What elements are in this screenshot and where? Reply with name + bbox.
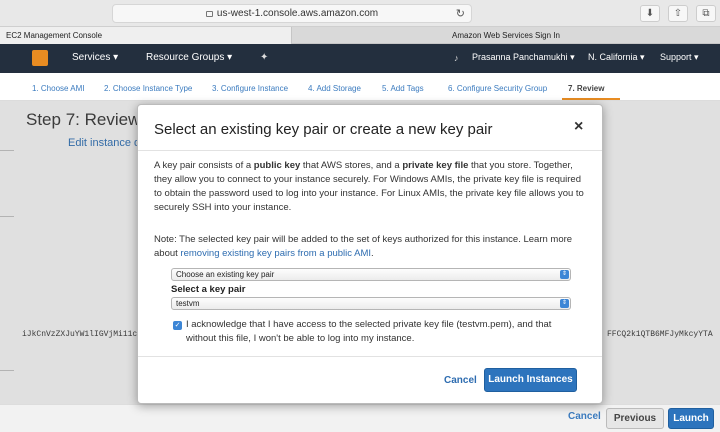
desc-text: that AWS stores, and a [300,160,403,171]
lock-icon [205,11,213,17]
region-menu[interactable]: N. California ▾ [588,52,645,63]
remove-key-pairs-link[interactable]: removing existing key pairs from a publi… [180,248,371,259]
step-choose-ami[interactable]: 1. Choose AMI [32,84,84,93]
previous-button[interactable]: Previous [606,408,664,429]
browser-tab-bar: EC2 Management Console Amazon Web Servic… [0,27,720,44]
dialog-title: Select an existing key pair or create a … [154,121,493,138]
chevron-down-icon: ▾ [113,52,119,63]
footer-cancel-link[interactable]: Cancel [568,411,601,422]
url-text: us-west-1.console.aws.amazon.com [216,8,379,19]
chevron-down-icon: ▾ [227,52,233,63]
support-label: Support [660,52,692,62]
share-icon[interactable]: ⇧ [668,5,688,22]
region-name: N. California [588,52,638,62]
private-key-term: private key file [402,160,469,171]
chevron-down-icon: ▾ [694,52,699,62]
aws-logo-icon[interactable] [32,50,48,66]
step-choose-instance-type[interactable]: 2. Choose Instance Type [104,84,192,93]
step-configure-instance[interactable]: 3. Configure Instance [212,84,288,93]
acknowledge-checkbox[interactable]: ✓ [173,321,182,330]
wizard-steps: 1. Choose AMI 2. Choose Instance Type 3.… [0,73,720,101]
dialog-cancel-button[interactable]: Cancel [444,375,477,386]
chevron-updown-icon: ⇕ [560,299,569,308]
chevron-down-icon: ▾ [640,52,645,62]
bell-icon[interactable]: ♪ [454,53,459,63]
step-add-tags[interactable]: 5. Add Tags [382,84,424,93]
support-menu[interactable]: Support ▾ [660,52,699,63]
resource-groups-label: Resource Groups [146,52,225,63]
key-pair-dialog: Select an existing key pair or create a … [137,104,603,404]
active-step-indicator [562,98,620,100]
browser-toolbar: us-west-1.console.aws.amazon.com ↻ ⬇ ⇧ ⧉ [0,0,720,27]
reload-icon[interactable]: ↻ [456,6,465,23]
user-name: Prasanna Panchamukhi [472,52,568,62]
tab-ec2-console[interactable]: EC2 Management Console [0,27,292,44]
select-value: Choose an existing key pair [176,270,275,279]
key-pair-select[interactable]: testvm ⇕ [171,297,571,310]
services-menu[interactable]: Services ▾ [72,52,118,63]
key-pair-mode-select[interactable]: Choose an existing key pair ⇕ [171,268,571,281]
services-label: Services [72,52,111,63]
key-pair-description: A key pair consists of a public key that… [154,159,586,215]
tabs-overview-icon[interactable]: ⧉ [696,5,716,22]
tab-aws-sign-in[interactable]: Amazon Web Services Sign In [292,27,720,44]
aws-nav-bar: Services ▾ Resource Groups ▾ ✦ ♪ Prasann… [0,44,720,73]
key-pair-note: Note: The selected key pair will be adde… [154,233,586,261]
step-review[interactable]: 7. Review [568,84,604,93]
chevron-down-icon: ▾ [570,52,575,62]
note-text: . [371,248,374,259]
downloads-icon[interactable]: ⬇ [640,5,660,22]
select-value: testvm [176,299,200,308]
step-add-storage[interactable]: 4. Add Storage [308,84,361,93]
launch-button[interactable]: Launch [668,408,714,429]
dialog-header: Select an existing key pair or create a … [138,105,602,151]
step-configure-security-group[interactable]: 6. Configure Security Group [448,84,547,93]
desc-text: A key pair consists of a [154,160,254,171]
resource-groups-menu[interactable]: Resource Groups ▾ [146,52,232,63]
select-key-pair-label: Select a key pair [171,284,246,295]
user-menu[interactable]: Prasanna Panchamukhi ▾ [472,52,575,63]
launch-instances-button[interactable]: Launch Instances [484,368,577,392]
acknowledge-label: I acknowledge that I have access to the … [186,319,552,344]
close-icon[interactable]: × [574,118,583,136]
public-key-term: public key [253,160,301,171]
address-bar[interactable]: us-west-1.console.aws.amazon.com ↻ [112,4,472,23]
pin-icon[interactable]: ✦ [260,52,268,63]
chevron-updown-icon: ⇕ [560,270,569,279]
dialog-footer-divider [138,356,602,357]
